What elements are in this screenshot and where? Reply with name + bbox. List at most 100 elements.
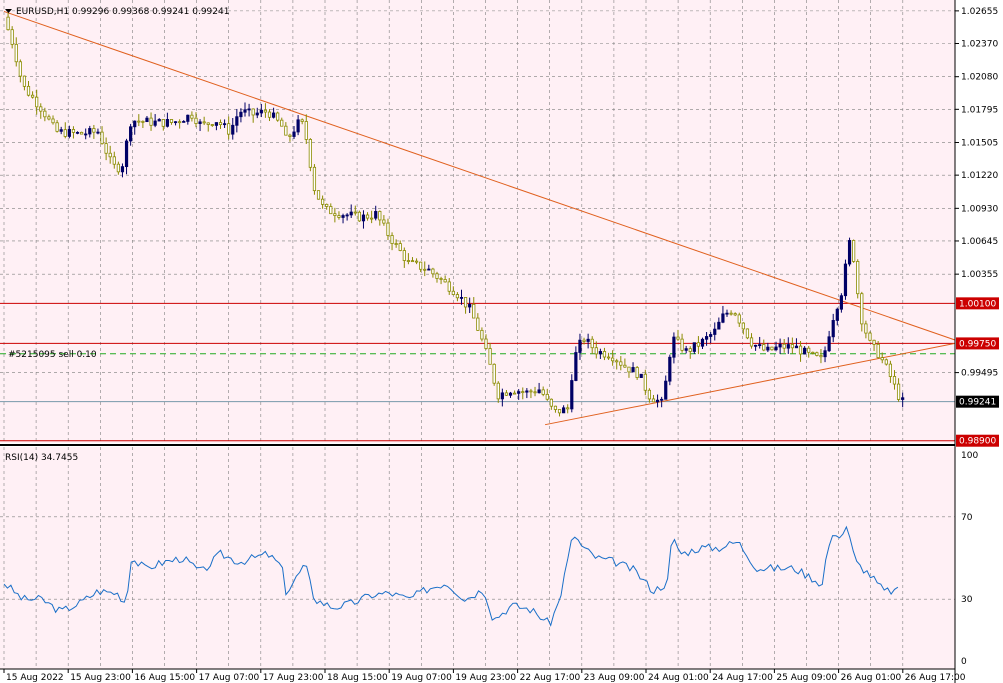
candle-body: [700, 338, 705, 347]
time-axis: 15 Aug 2022 15 Aug 23:00 16 Aug 15:00 17 Au…: [3, 669, 966, 683]
rsi-axis: 100 70 30 0: [961, 451, 978, 667]
candle-body: [276, 112, 280, 121]
candle-body: [884, 359, 888, 365]
candle-body: [165, 119, 169, 127]
candle-body: [10, 29, 14, 45]
candle-body: [843, 263, 848, 297]
candle-body: [468, 303, 472, 308]
candle-body: [378, 211, 382, 221]
price-tick-label: 1.00355: [961, 270, 998, 280]
time-tick-label: 22 Aug 17:00: [520, 673, 581, 683]
candle-body: [255, 112, 259, 116]
candle-body: [521, 391, 525, 393]
candle-body: [194, 117, 198, 124]
candle-body: [901, 397, 905, 400]
candle-body: [316, 190, 321, 200]
candle-body: [271, 112, 276, 118]
candle-body: [365, 214, 370, 219]
candle-body: [84, 133, 88, 136]
candle-body: [803, 347, 807, 355]
candle-body: [798, 345, 803, 355]
candle-body: [606, 356, 611, 359]
price-tick-label: 1.01220: [961, 171, 998, 181]
candle-body: [651, 398, 656, 403]
candle-body: [129, 126, 133, 142]
candle-body: [570, 380, 574, 410]
candle-body: [643, 373, 647, 391]
time-tick-label: 15 Aug 2022: [6, 673, 64, 683]
candle-body: [14, 43, 18, 63]
candle-body: [823, 350, 827, 358]
candle-body: [80, 131, 84, 135]
candle-body: [88, 128, 92, 135]
candle-body: [153, 120, 157, 126]
candle-body: [18, 61, 22, 77]
candle-body: [896, 383, 901, 400]
candle-body: [325, 203, 329, 207]
time-tick-label: 26 Aug 01:00: [841, 673, 902, 683]
candle-body: [235, 116, 239, 126]
rsi-tick-label: 100: [961, 451, 978, 461]
candle-body: [63, 129, 67, 137]
price-tick-label: 1.00645: [961, 237, 998, 247]
candle-body: [182, 121, 186, 123]
candle-body: [594, 347, 598, 355]
candle-body: [811, 351, 815, 354]
candle-body: [741, 322, 745, 330]
time-tick-label: 26 Aug 17:00: [905, 673, 966, 683]
candle-body: [394, 243, 398, 245]
candle-body: [173, 121, 178, 124]
candle-body: [557, 409, 562, 414]
candle-body: [672, 336, 676, 358]
candle-body: [602, 351, 607, 358]
candle-body: [856, 261, 860, 295]
candle-body: [157, 119, 161, 122]
candle-body: [116, 163, 120, 173]
candle-body: [704, 336, 709, 340]
candle-body: [92, 128, 96, 133]
candle-body: [709, 334, 713, 337]
time-tick-label: 17 Aug 23:00: [263, 673, 324, 683]
price-tick-label: 1.02655: [961, 7, 998, 17]
candle-body: [406, 260, 410, 262]
candle-body: [288, 134, 292, 137]
candle-body: [476, 317, 480, 331]
candle-body: [419, 261, 423, 270]
candle-body: [259, 109, 263, 114]
candle-body: [455, 294, 460, 299]
candle-body: [500, 392, 504, 400]
candle-body: [627, 366, 631, 373]
candle-body: [529, 390, 533, 393]
candle-body: [512, 392, 517, 395]
candle-body: [508, 392, 513, 396]
candle-body: [43, 110, 47, 118]
candle-body: [553, 405, 558, 410]
ohlc-values: 0.99296 0.99368 0.99241 0.99241: [72, 7, 229, 17]
candle-body: [517, 391, 521, 394]
candle-body: [30, 94, 35, 98]
rsi-label: RSI(14) 34.7455: [5, 453, 78, 463]
candle-body: [435, 273, 439, 279]
candle-body: [22, 75, 27, 87]
candle-body: [745, 328, 750, 339]
candle-body: [120, 166, 125, 173]
trading-chart[interactable]: 1.02655 1.02370 1.02080 1.01795 1.01505 1.012…: [0, 0, 1003, 683]
candle-body: [321, 198, 325, 205]
candle-body: [578, 339, 582, 353]
candle-body: [758, 344, 762, 347]
candle-body: [762, 344, 766, 351]
candle-body: [178, 121, 182, 124]
candle-body: [492, 363, 496, 384]
candle-body: [398, 243, 402, 251]
time-tick-label: 17 Aug 07:00: [199, 673, 260, 683]
price-level-label: 1.00100: [959, 299, 996, 309]
candle-body: [47, 116, 51, 120]
candle-body: [635, 367, 639, 378]
candle-body: [186, 114, 190, 122]
candle-body: [231, 124, 235, 135]
candle-body: [439, 278, 443, 280]
candle-body: [749, 337, 754, 347]
candle-body: [766, 346, 770, 351]
candle-body: [431, 268, 435, 275]
candle-body: [680, 338, 684, 351]
